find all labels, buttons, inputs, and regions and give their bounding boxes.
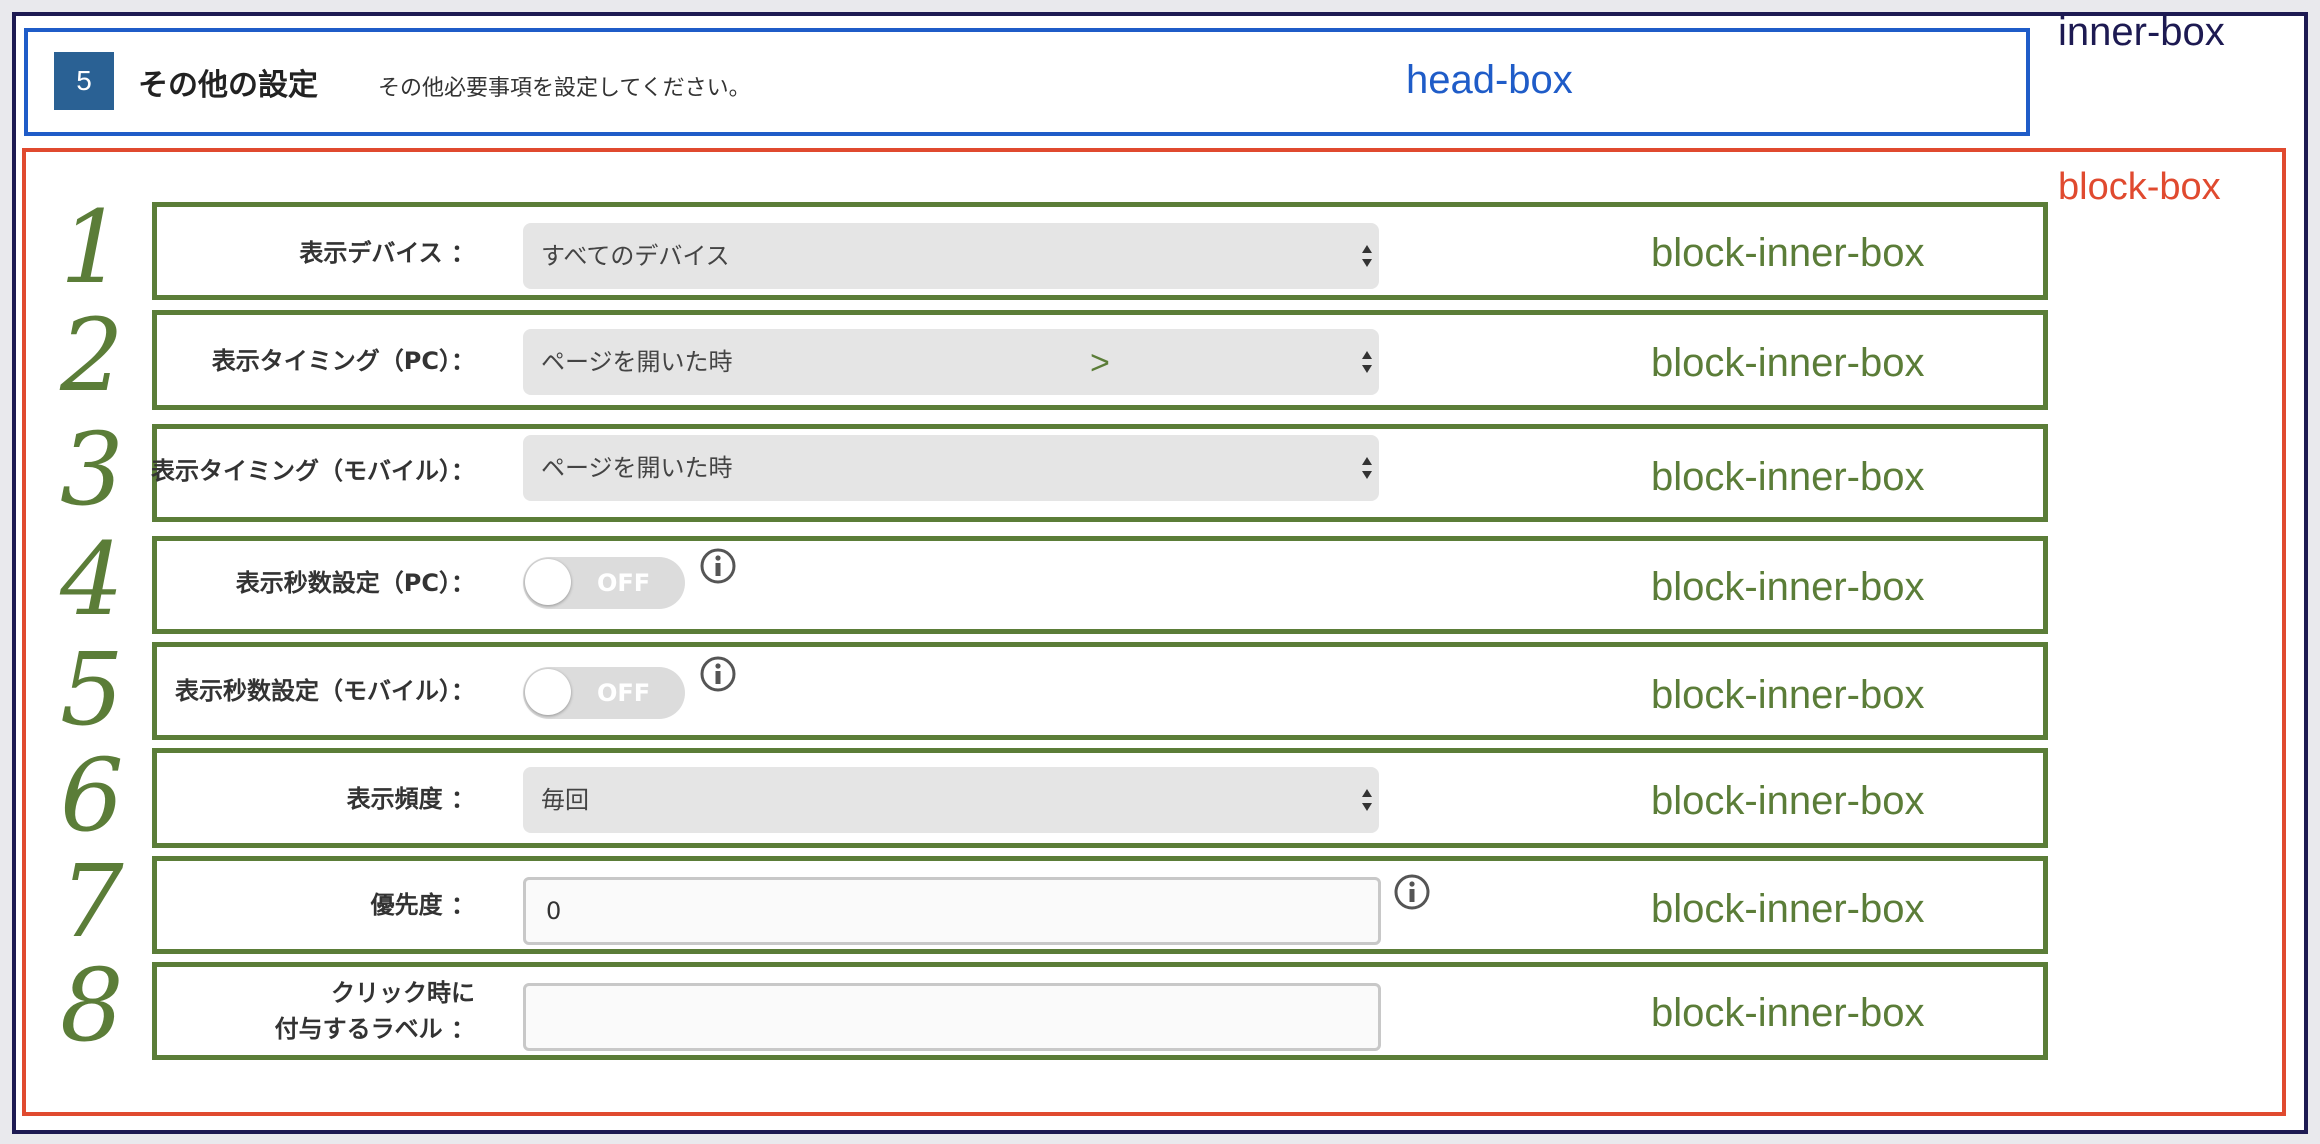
annotation-number-1: 1 (60, 189, 124, 306)
annotation-gt-mark: > (1090, 344, 1110, 382)
timing-pc-select[interactable]: ページを開いた時 (523, 329, 1379, 395)
annotation-number-6: 6 (60, 737, 124, 854)
annotation-number-7: 7 (60, 843, 124, 960)
timing-pc-select-value: ページを開いた時 (541, 348, 733, 376)
frequency-select-value: 毎回 (541, 786, 589, 814)
block-inner-box-label: block-inner-box (1651, 991, 1925, 1035)
block-inner-box-seconds-pc: 表示秒数設定（PC）： OFF block-inner-box (152, 536, 2048, 634)
device-label: 表示デバイス ： (299, 239, 475, 267)
block-inner-box-priority: 優先度 ： 0 block-inner-box (152, 856, 2048, 954)
timing-pc-label: 表示タイミング（PC）： (211, 347, 475, 375)
annotation-number-8: 8 (60, 947, 124, 1064)
block-inner-box-label: block-inner-box (1651, 673, 1925, 717)
priority-input[interactable]: 0 (523, 877, 1381, 945)
annotation-number-4: 4 (60, 521, 124, 638)
head-box-label: head-box (1406, 58, 1573, 102)
block-inner-box-frequency: 表示頻度 ： 毎回 block-inner-box (152, 748, 2048, 848)
toggle-knob (525, 559, 571, 605)
section-title: その他の設定 (138, 68, 318, 103)
seconds-pc-toggle[interactable]: OFF (523, 557, 685, 609)
info-icon[interactable] (1393, 873, 1431, 911)
block-inner-box-timing-mobile: 表示タイミング（モバイル）： ページを開いた時 block-inner-box (151, 424, 2048, 522)
inner-box-label: inner-box (2058, 10, 2225, 54)
timing-mobile-select-value: ページを開いた時 (541, 454, 733, 482)
select-arrows-icon (1362, 457, 1372, 479)
head-box-frame (24, 28, 2030, 136)
select-arrows-icon (1362, 351, 1372, 373)
block-inner-box-label: block-inner-box (1651, 779, 1925, 823)
toggle-state: OFF (597, 679, 651, 707)
block-inner-box-label: block-inner-box (1651, 887, 1925, 931)
device-select[interactable]: すべてのデバイス (523, 223, 1379, 289)
annotation-number-2: 2 (60, 297, 124, 414)
timing-mobile-select[interactable]: ページを開いた時 (523, 435, 1379, 501)
toggle-knob (525, 669, 571, 715)
toggle-state: OFF (597, 569, 651, 597)
device-select-value: すべてのデバイス (541, 242, 730, 270)
click-label-label-line1: クリック時に (331, 979, 475, 1007)
priority-input-value: 0 (546, 897, 562, 925)
block-inner-box-seconds-mobile: 表示秒数設定（モバイル）： OFF block-inner-box (152, 642, 2048, 740)
block-inner-box-device: 表示デバイス ： すべてのデバイス block-inner-box (152, 202, 2048, 300)
block-inner-box-click-label: クリック時に 付与するラベル ： block-inner-box (152, 962, 2048, 1060)
block-box-label: block-box (2058, 166, 2221, 208)
click-label-input[interactable] (523, 983, 1381, 1051)
block-inner-box-label: block-inner-box (1651, 231, 1925, 275)
block-inner-box-label: block-inner-box (1651, 455, 1925, 499)
select-arrows-icon (1362, 789, 1372, 811)
frequency-label: 表示頻度 ： (346, 785, 475, 813)
block-inner-box-label: block-inner-box (1651, 565, 1925, 609)
priority-label: 優先度 ： (370, 891, 475, 919)
section-description: その他必要事項を設定してください。 (378, 76, 751, 101)
annotation-number-5: 5 (60, 631, 124, 748)
timing-mobile-label: 表示タイミング（モバイル）： (151, 457, 475, 485)
seconds-mobile-label: 表示秒数設定（モバイル）： (175, 677, 475, 705)
annotation-number-3: 3 (60, 411, 124, 528)
section-number-badge: 5 (54, 52, 114, 110)
frequency-select[interactable]: 毎回 (523, 767, 1379, 833)
info-icon[interactable] (699, 547, 737, 585)
info-icon[interactable] (699, 655, 737, 693)
block-inner-box-label: block-inner-box (1651, 341, 1925, 385)
seconds-mobile-toggle[interactable]: OFF (523, 667, 685, 719)
click-label-label-line2: 付与するラベル ： (274, 1015, 475, 1043)
select-arrows-icon (1362, 245, 1372, 267)
seconds-pc-label: 表示秒数設定（PC）： (235, 569, 475, 597)
